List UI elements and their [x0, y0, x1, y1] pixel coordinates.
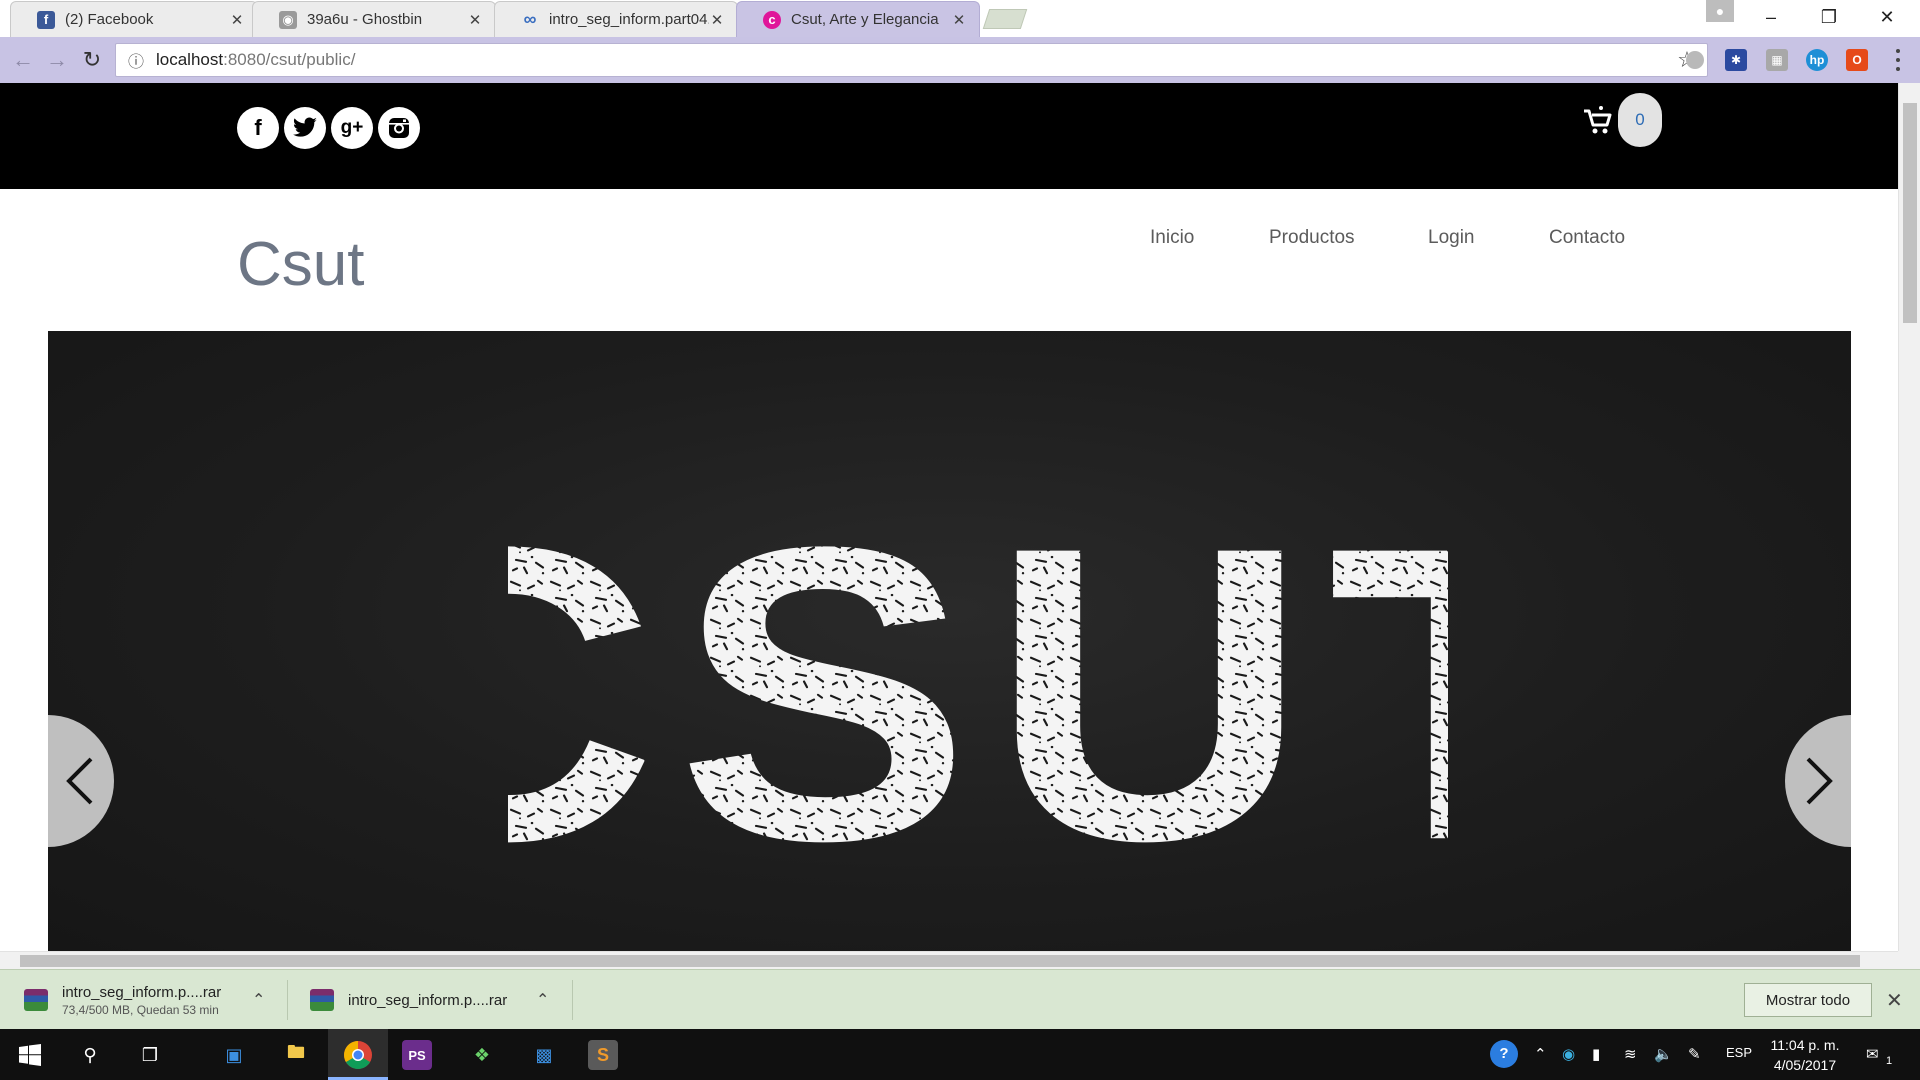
show-all-downloads-button[interactable]: Mostrar todo: [1744, 983, 1872, 1017]
volume-icon[interactable]: 🔈: [1654, 1045, 1673, 1063]
tab-ghostbin[interactable]: ◉ 39a6u - Ghostbin ✕: [252, 1, 496, 37]
office-icon[interactable]: O: [1846, 49, 1868, 71]
puzzle-extension-icon[interactable]: ✱: [1725, 49, 1747, 71]
divider: [287, 980, 288, 1020]
battery-icon[interactable]: ▮: [1592, 1045, 1600, 1063]
csut-logo-image: CSUT: [508, 501, 1448, 881]
close-icon[interactable]: ✕: [1886, 988, 1903, 1013]
extension-circle-icon[interactable]: [1686, 51, 1704, 69]
download-item[interactable]: intro_seg_inform.p....rar 73,4/500 MB, Q…: [24, 970, 274, 1030]
site-brand[interactable]: Csut: [237, 229, 364, 300]
extension-card-icon[interactable]: ▦: [1766, 49, 1788, 71]
scrollbar-thumb[interactable]: [20, 955, 1860, 967]
minimize-button[interactable]: –: [1742, 0, 1800, 34]
google-plus-icon[interactable]: g+: [331, 107, 373, 149]
instagram-icon[interactable]: [378, 107, 420, 149]
facebook-icon[interactable]: f: [237, 107, 279, 149]
divider: [572, 980, 573, 1020]
slider-logo-text: CSUT: [508, 501, 1448, 881]
chevron-up-icon[interactable]: ⌃: [536, 990, 549, 1010]
tab-title: Csut, Arte y Elegancia: [791, 11, 939, 28]
address-bar[interactable]: ⓘ localhost:8080/csut/public/ ☆: [115, 43, 1708, 77]
tab-title: (2) Facebook: [65, 11, 154, 28]
infinity-icon: ∞: [523, 9, 537, 29]
help-icon[interactable]: ?: [1490, 1040, 1518, 1068]
tab-csut[interactable]: c Csut, Arte y Elegancia ✕: [736, 1, 980, 37]
profile-icon[interactable]: ●: [1706, 0, 1734, 22]
chevron-up-icon[interactable]: ⌃: [1534, 1045, 1547, 1063]
windows-start-icon[interactable]: [12, 1037, 48, 1073]
page-viewport: f g+ 0 Csut Inicio Productos Login Conta…: [0, 83, 1920, 951]
cart-icon[interactable]: [1582, 105, 1614, 137]
tab-title: intro_seg_inform.part04.r: [549, 11, 709, 28]
download-shelf: intro_seg_inform.p....rar 73,4/500 MB, Q…: [0, 969, 1920, 1029]
nav-productos[interactable]: Productos: [1269, 227, 1355, 249]
nav-contacto[interactable]: Contacto: [1549, 227, 1625, 249]
rar-file-icon: [24, 989, 48, 1011]
tab-intro-seg[interactable]: ∞ intro_seg_inform.part04.r ✕: [494, 1, 738, 37]
pen-icon[interactable]: ✎: [1688, 1045, 1701, 1063]
notification-count: 1: [1886, 1055, 1893, 1067]
restore-button[interactable]: ❐: [1800, 0, 1858, 34]
twitter-icon[interactable]: [284, 107, 326, 149]
notifications-icon[interactable]: ✉: [1866, 1045, 1879, 1063]
chevron-up-icon[interactable]: ⌃: [252, 990, 265, 1010]
forward-arrow-icon[interactable]: →: [42, 45, 72, 75]
windows-taskbar: ⚲ ❐ ▣ 🖿 PS ❖ ▩ S ? ⌃ ◉ ▮ ≋ 🔈 ✎ ESP 11:04…: [0, 1029, 1920, 1080]
clock-date: 4/05/2017: [1773, 1057, 1837, 1073]
scrollbar-thumb[interactable]: [1903, 103, 1917, 323]
download-filename: intro_seg_inform.p....rar: [348, 991, 508, 1009]
download-item[interactable]: intro_seg_inform.p....rar ⌃: [310, 970, 560, 1030]
rar-file-icon: [310, 989, 334, 1011]
tab-title: 39a6u - Ghostbin: [307, 11, 423, 28]
clock[interactable]: 11:04 p. m. 4/05/2017: [1760, 1035, 1850, 1075]
language-indicator[interactable]: ESP: [1726, 1045, 1752, 1060]
browser-toolbar: ← → ↻ ⓘ localhost:8080/csut/public/ ☆ ✱ …: [0, 37, 1920, 83]
chrome-icon[interactable]: [340, 1037, 376, 1073]
scrollbar-corner: [1898, 951, 1920, 969]
search-icon[interactable]: ⚲: [72, 1037, 108, 1073]
horizontal-scrollbar[interactable]: [0, 951, 1898, 969]
hp-icon[interactable]: hp: [1806, 49, 1828, 71]
close-icon[interactable]: ✕: [951, 11, 967, 29]
file-explorer-icon[interactable]: 🖿: [278, 1037, 314, 1073]
chrome-menu-icon[interactable]: [1890, 46, 1906, 74]
ghost-icon: ◉: [279, 10, 297, 29]
task-view-icon[interactable]: ❐: [132, 1037, 168, 1073]
vertical-scrollbar[interactable]: [1898, 83, 1920, 951]
tab-facebook[interactable]: f (2) Facebook ✕: [10, 1, 258, 37]
nav-inicio[interactable]: Inicio: [1150, 227, 1194, 249]
back-arrow-icon[interactable]: ←: [8, 45, 38, 75]
nav-login[interactable]: Login: [1428, 227, 1475, 249]
git-app-icon[interactable]: ❖: [464, 1037, 500, 1073]
close-icon[interactable]: ✕: [467, 11, 483, 29]
clock-time: 11:04 p. m.: [1770, 1037, 1840, 1053]
sublime-text-icon[interactable]: S: [588, 1040, 618, 1070]
reload-icon[interactable]: ↻: [77, 45, 107, 75]
csut-favicon: c: [763, 10, 781, 29]
download-filename: intro_seg_inform.p....rar: [62, 983, 222, 1001]
close-icon[interactable]: ✕: [229, 11, 245, 29]
window-close-button[interactable]: ✕: [1858, 0, 1916, 34]
tab-strip: f (2) Facebook ✕ ◉ 39a6u - Ghostbin ✕ ∞ …: [0, 0, 1920, 37]
tray-app-icon[interactable]: ◉: [1562, 1045, 1575, 1063]
cart-count-badge[interactable]: 0: [1618, 93, 1662, 147]
wifi-icon[interactable]: ≋: [1624, 1045, 1637, 1063]
info-icon[interactable]: ⓘ: [116, 48, 156, 72]
url-text[interactable]: localhost:8080/csut/public/: [156, 50, 1667, 70]
close-icon[interactable]: ✕: [709, 11, 725, 29]
new-tab-button[interactable]: [982, 9, 1028, 29]
facebook-icon: f: [37, 10, 55, 29]
site-topbar: f g+ 0: [0, 83, 1898, 189]
phpstorm-icon[interactable]: PS: [402, 1040, 432, 1070]
download-status: 73,4/500 MB, Quedan 53 min: [62, 1002, 219, 1017]
photos-app-icon[interactable]: ▩: [526, 1037, 562, 1073]
hero-carousel: CSUT: [48, 331, 1851, 951]
contacts-app-icon[interactable]: ▣: [216, 1037, 252, 1073]
